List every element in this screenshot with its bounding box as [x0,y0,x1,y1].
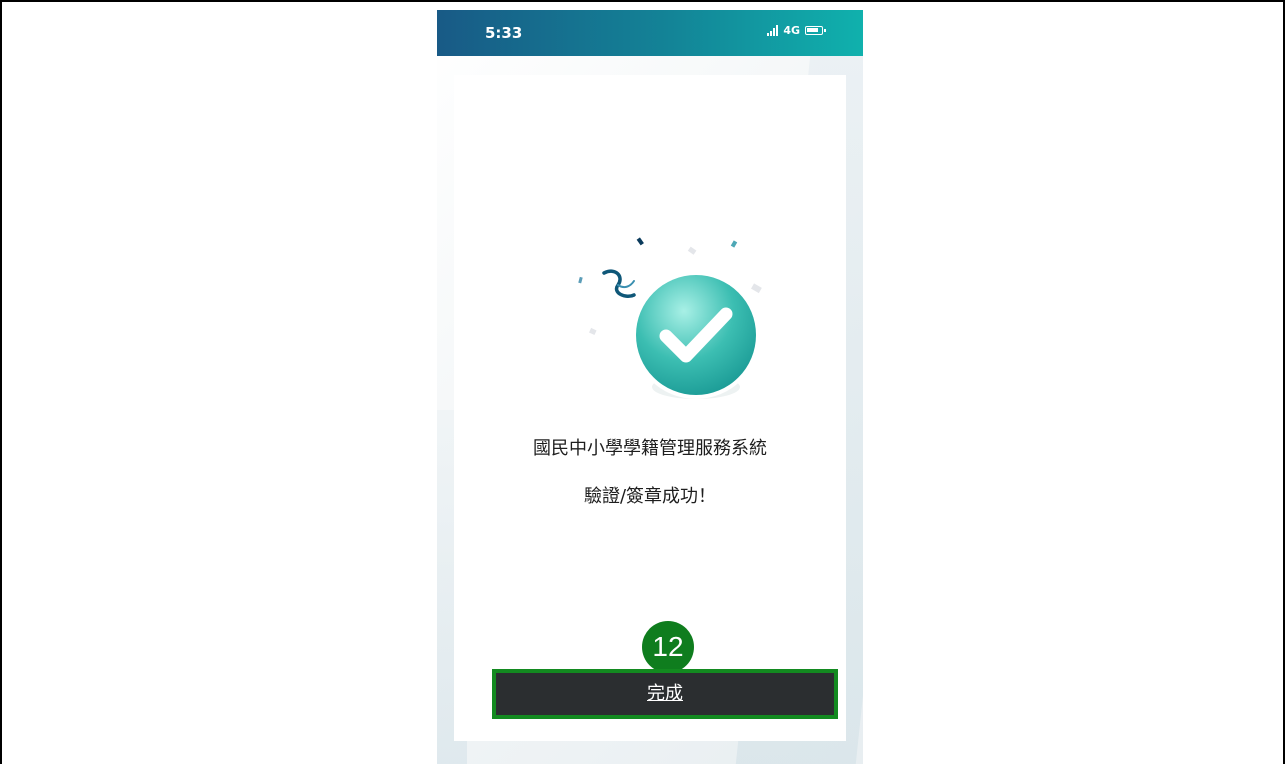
phone-screen: 5:33 4G 國民中小學學籍管理服務系統 驗證/簽章成功！ 12 完成 [437,10,863,764]
status-indicators: 4G [767,24,826,37]
signal-icon [767,25,779,36]
done-button[interactable]: 完成 [492,669,838,719]
success-message: 驗證/簽章成功！ [583,486,717,507]
network-type: 4G [783,24,800,37]
success-illustration [578,237,762,399]
result-card: 國民中小學學籍管理服務系統 驗證/簽章成功！ 12 完成 [454,75,846,741]
success-circle [636,275,756,395]
battery-icon [805,26,826,35]
system-name: 國民中小學學籍管理服務系統 [533,438,767,459]
status-time: 5:33 [485,24,523,42]
step-number-badge: 12 [642,621,694,673]
status-bar: 5:33 4G [437,10,863,56]
